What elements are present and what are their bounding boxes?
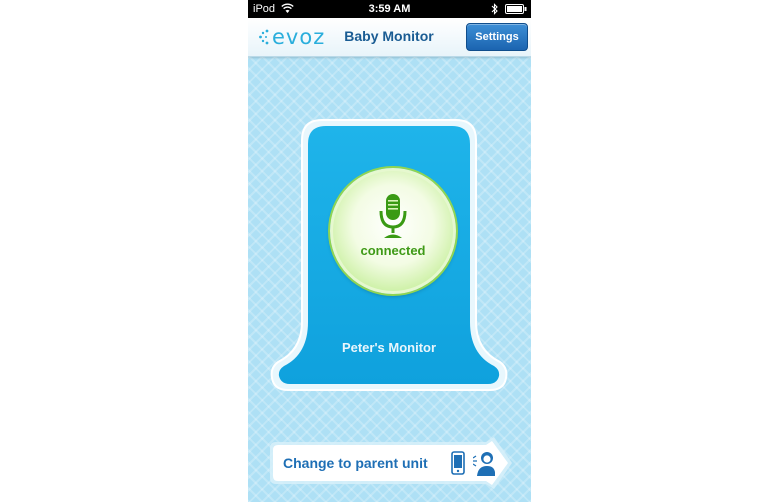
logo-dots-icon bbox=[259, 29, 269, 45]
connection-status: connected bbox=[360, 243, 426, 258]
evoz-logo: evoz bbox=[258, 23, 328, 51]
change-unit-label: Change to parent unit bbox=[283, 455, 428, 471]
change-to-parent-unit-button[interactable]: Change to parent unit bbox=[268, 437, 514, 489]
settings-button[interactable]: Settings bbox=[466, 23, 528, 51]
microphone-icon bbox=[379, 194, 407, 238]
status-bar: iPod 3:59 AM bbox=[248, 0, 531, 18]
battery-icon bbox=[505, 4, 527, 14]
page-title: Baby Monitor bbox=[344, 28, 434, 44]
app-screen: iPod 3:59 AM evoz Baby Monitor Settings … bbox=[248, 0, 531, 502]
microphone-connect-button[interactable]: connected bbox=[330, 168, 456, 294]
bluetooth-icon bbox=[491, 3, 498, 15]
navigation-bar: evoz Baby Monitor Settings bbox=[248, 18, 531, 57]
monitor-name: Peter's Monitor bbox=[341, 340, 437, 355]
phone-icon bbox=[451, 451, 465, 475]
parent-icon bbox=[473, 452, 495, 476]
logo-text: evoz bbox=[272, 25, 326, 49]
status-time: 3:59 AM bbox=[368, 3, 411, 15]
